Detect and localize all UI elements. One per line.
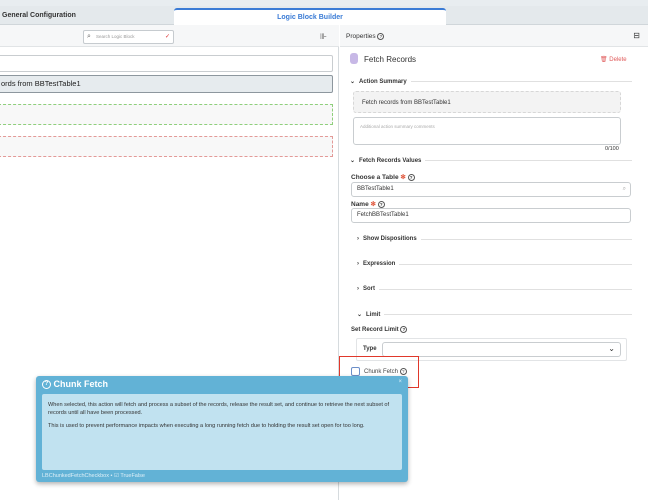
action-summary-section[interactable]: ⌄ Action Summary xyxy=(350,78,632,85)
set-record-limit-label: Set Record Limit ? xyxy=(351,326,408,334)
expression-section[interactable]: › Expression xyxy=(357,261,632,267)
name-input[interactable]: FetchBBTestTable1 xyxy=(351,208,631,223)
divider xyxy=(410,81,632,82)
limit-section[interactable]: ⌄ Limit xyxy=(357,311,632,318)
popup-title-text: Chunk Fetch xyxy=(53,379,109,389)
table-input[interactable]: BBTestTable1 ⌕ xyxy=(351,182,631,197)
divider xyxy=(420,238,632,240)
chevron-down-icon: ⌄ xyxy=(357,312,363,318)
field-type: TrueFalse xyxy=(120,473,145,479)
popup-title: ? Chunk Fetch xyxy=(42,379,109,390)
section-label: Sort xyxy=(363,286,375,292)
section-label: Expression xyxy=(363,261,396,267)
help-icon[interactable]: ? xyxy=(377,33,385,40)
logic-block[interactable] xyxy=(0,55,333,72)
required-icon: ✻ xyxy=(400,174,406,181)
popup-body: When selected, this action will fetch an… xyxy=(42,394,402,470)
table-value: BBTestTable1 xyxy=(357,186,394,192)
show-dispositions-section[interactable]: › Show Dispositions xyxy=(357,236,632,242)
chevron-right-icon: › xyxy=(357,286,359,292)
section-label: Show Dispositions xyxy=(363,236,417,242)
char-count: 0/100 xyxy=(605,146,619,152)
action-summary-text: Fetch records from BBTestTable1 xyxy=(353,91,621,113)
divider xyxy=(425,160,632,161)
section-label: Fetch Records Values xyxy=(359,157,422,164)
help-icon: ? xyxy=(42,380,51,390)
section-label: Limit xyxy=(366,311,381,318)
type-select[interactable]: ⌄ xyxy=(382,342,621,357)
help-icon[interactable]: ? xyxy=(377,200,385,208)
layout-toggle-icon[interactable]: ⊪ xyxy=(320,32,327,41)
divider xyxy=(384,314,632,315)
separator: • xyxy=(110,473,113,479)
search-icon[interactable]: ⌕ xyxy=(623,183,626,196)
required-icon: ✻ xyxy=(370,201,376,208)
tab-bar: General Configuration Logic Block Builde… xyxy=(0,6,648,25)
label-text: Name xyxy=(351,201,369,208)
search-icon: ⌕ xyxy=(87,33,91,40)
block-label: ords from BBTestTable1 xyxy=(1,79,81,88)
chevron-right-icon: › xyxy=(357,236,359,242)
success-drop-zone[interactable] xyxy=(0,104,333,125)
properties-header: Properties ? ⊟ xyxy=(340,25,648,47)
action-title: Fetch Records xyxy=(364,55,417,64)
delete-label: Delete xyxy=(609,57,627,63)
database-icon xyxy=(350,53,358,64)
tab-logic-block-builder[interactable]: Logic Block Builder xyxy=(174,8,446,25)
field-id: LBChunkedFetchCheckbox xyxy=(42,473,109,479)
chevron-down-icon: ⌄ xyxy=(608,344,615,353)
collapse-panel-icon[interactable]: ⊟ xyxy=(633,31,640,40)
chevron-down-icon: ⌄ xyxy=(350,79,356,85)
type-label: Type xyxy=(363,346,377,352)
search-placeholder: Search Logic Block xyxy=(96,34,135,39)
sort-section[interactable]: › Sort xyxy=(357,286,632,292)
checkbox-icon: ☑ xyxy=(113,473,119,479)
chevron-down-icon: ⌄ xyxy=(350,158,356,164)
fetch-records-values-section[interactable]: ⌄ Fetch Records Values xyxy=(350,157,632,164)
search-input[interactable]: ⌕ Search Logic Block ✓ xyxy=(83,30,174,44)
close-icon[interactable]: × xyxy=(398,379,402,385)
clear-icon[interactable]: ✓ xyxy=(165,31,170,43)
failure-drop-zone[interactable] xyxy=(0,136,333,157)
section-label: Action Summary xyxy=(359,78,407,85)
properties-title: Properties xyxy=(346,33,376,41)
comments-textarea[interactable]: Additional action summary comments xyxy=(353,117,621,145)
divider xyxy=(399,263,632,265)
tab-general-configuration[interactable]: General Configuration xyxy=(0,8,76,25)
popup-paragraph: This is used to prevent performance impa… xyxy=(48,423,365,429)
divider xyxy=(379,288,632,290)
name-value: FetchBBTestTable1 xyxy=(357,212,409,218)
help-popup: ? Chunk Fetch × When selected, this acti… xyxy=(36,376,408,482)
help-icon[interactable]: ? xyxy=(400,326,408,333)
delete-button[interactable]: 🗑 Delete xyxy=(600,56,627,63)
chevron-right-icon: › xyxy=(357,261,359,267)
label-text: Choose a Table xyxy=(351,174,399,181)
name-label: Name ✻ ? xyxy=(351,200,385,208)
popup-paragraph: When selected, this action will fetch an… xyxy=(48,402,390,416)
fetch-records-block[interactable]: ords from BBTestTable1 xyxy=(0,75,333,93)
table-label: Choose a Table ✻ ? xyxy=(351,173,415,181)
popup-footer: LBChunkedFetchCheckbox • ☑ TrueFalse xyxy=(42,473,145,479)
help-icon[interactable]: ? xyxy=(407,173,415,181)
label-text: Set Record Limit xyxy=(351,327,399,334)
